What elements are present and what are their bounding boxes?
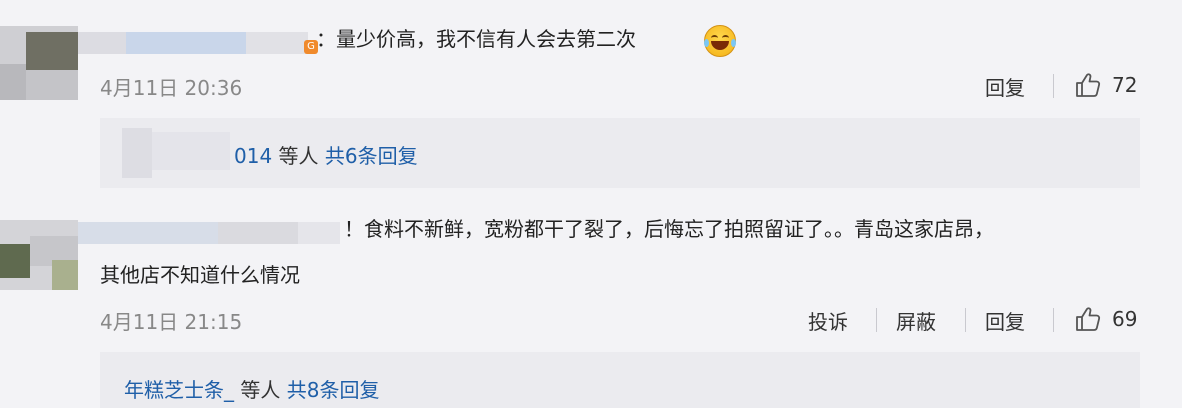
view-replies-link[interactable]: 共6条回复 [325, 144, 418, 168]
reply-avatar-blurred [122, 128, 230, 178]
reply-button[interactable]: 回复 [985, 306, 1025, 335]
username-blurred[interactable] [78, 32, 308, 54]
replies-preview[interactable]: 014 等人 共6条回复 [100, 118, 1140, 188]
block-button[interactable]: 屏蔽 [896, 306, 936, 335]
reply-username[interactable]: 014 [234, 144, 272, 168]
thumbs-up-icon [1076, 307, 1101, 331]
divider [1053, 308, 1054, 332]
reply-username[interactable]: 年糕芝士条_ [124, 378, 234, 402]
thumbs-up-icon [1076, 73, 1101, 97]
comment-text-line1: ！食料不新鲜，宽粉都干了裂了，后悔忘了拍照留证了。。青岛这家店昂， [344, 217, 994, 241]
reply-others-label: 等人 [234, 378, 287, 402]
reply-button[interactable]: 回复 [985, 72, 1025, 101]
comment-text-line2: 其他店不知道什么情况 [100, 263, 300, 287]
username-blurred[interactable] [78, 222, 340, 244]
view-replies-link[interactable]: 共8条回复 [287, 378, 380, 402]
laughing-tears-emoji-icon [704, 25, 736, 57]
timestamp: 4月11日 20:36 [100, 76, 243, 100]
replies-preview[interactable]: 年糕芝士条_ 等人 共8条回复 [100, 352, 1140, 408]
comment-item: ！食料不新鲜，宽粉都干了裂了，后悔忘了拍照留证了。。青岛这家店昂， 其他店不知道… [0, 200, 1182, 408]
like-button[interactable]: 72 [1074, 71, 1137, 99]
divider [1053, 74, 1054, 98]
comment-item: G ：量少价高，我不信有人会去第二次 4月11日 20:36 回复 72 014… [0, 0, 1182, 200]
timestamp: 4月11日 21:15 [100, 310, 243, 334]
divider [876, 308, 877, 332]
like-count: 69 [1112, 307, 1138, 331]
avatar[interactable] [0, 220, 78, 294]
like-count: 72 [1112, 73, 1138, 97]
like-button[interactable]: 69 [1074, 305, 1137, 333]
comment-text: ：量少价高，我不信有人会去第二次 [316, 27, 636, 51]
avatar[interactable] [0, 26, 78, 100]
reply-others-label: 等人 [272, 144, 325, 168]
divider [965, 308, 966, 332]
report-button[interactable]: 投诉 [808, 306, 848, 335]
